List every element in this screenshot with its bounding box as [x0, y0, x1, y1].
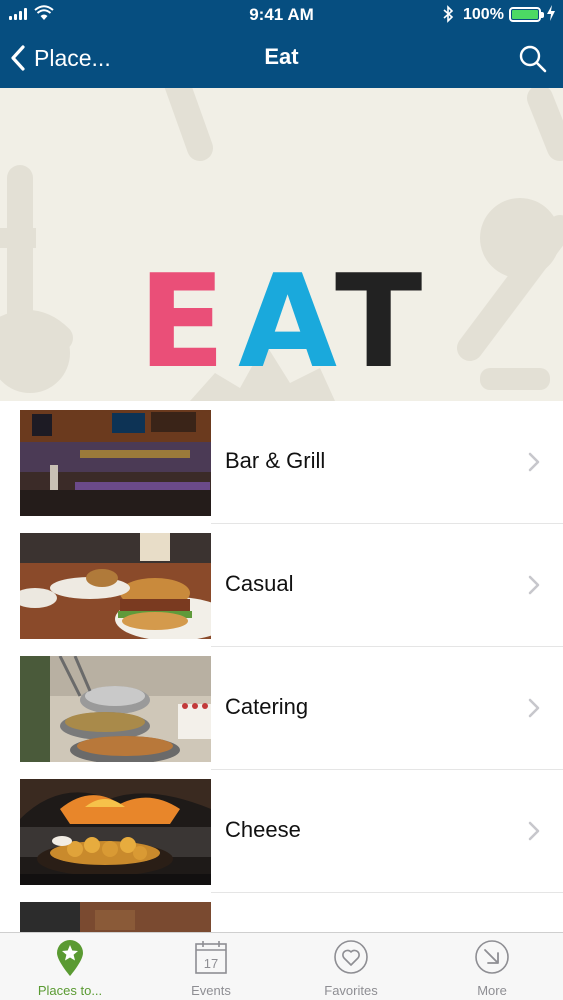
- bluetooth-icon: [443, 5, 454, 23]
- banner-letter-t: T: [335, 248, 423, 397]
- navigation-bar: Place... Eat: [0, 30, 563, 88]
- list-item-label: Bar & Grill: [225, 448, 326, 473]
- catering-photo: [20, 656, 211, 762]
- tab-favorites[interactable]: Favorites: [281, 933, 421, 1000]
- banner-eat-wordmark: E A T: [0, 248, 563, 397]
- charging-icon: [547, 5, 555, 21]
- tab-label: Places to...: [37, 983, 103, 998]
- cheese-photo: [20, 779, 211, 885]
- tab-events[interactable]: 17 Events: [141, 933, 281, 1000]
- list-item-bar-and-grill[interactable]: Bar & Grill: [0, 401, 563, 524]
- list-item-catering[interactable]: Catering: [0, 647, 563, 770]
- search-icon[interactable]: [517, 43, 549, 75]
- chevron-right-icon: [528, 575, 540, 595]
- bar-and-grill-photo: [20, 410, 211, 516]
- more-arrow-icon: [475, 940, 509, 974]
- tab-places[interactable]: Places to...: [0, 933, 140, 1000]
- battery-percent: 100%: [463, 6, 504, 23]
- status-bar: 9:41 AM 100%: [0, 0, 563, 30]
- chevron-right-icon: [528, 452, 540, 472]
- tab-bar: Places to... 17 Events Favorites More: [0, 932, 563, 1000]
- chevron-right-icon: [528, 698, 540, 718]
- chevron-right-icon: [528, 821, 540, 841]
- star-pin-icon: [57, 940, 83, 976]
- list-item-label: Casual: [225, 571, 294, 596]
- battery-icon: [509, 7, 544, 22]
- banner-letter-a: A: [238, 248, 338, 397]
- list-item-cheese[interactable]: Cheese: [0, 770, 563, 893]
- calendar-date: 17: [204, 956, 218, 971]
- top-header: 9:41 AM 100% Place... Eat: [0, 0, 563, 88]
- list-item-label: Cheese: [225, 817, 301, 842]
- tab-more[interactable]: More: [422, 933, 562, 1000]
- list-item-casual[interactable]: Casual: [0, 524, 563, 647]
- tab-label: Favorites: [324, 983, 378, 998]
- heart-icon: [334, 940, 368, 974]
- category-banner: E A T: [0, 88, 563, 401]
- tab-label: Events: [191, 983, 231, 998]
- list-item-label: Catering: [225, 694, 309, 719]
- page-title: Eat: [264, 44, 299, 69]
- calendar-icon: 17: [195, 941, 227, 974]
- casual-photo: [20, 533, 211, 639]
- banner-letter-e: E: [138, 248, 226, 397]
- tab-label: More: [477, 983, 507, 998]
